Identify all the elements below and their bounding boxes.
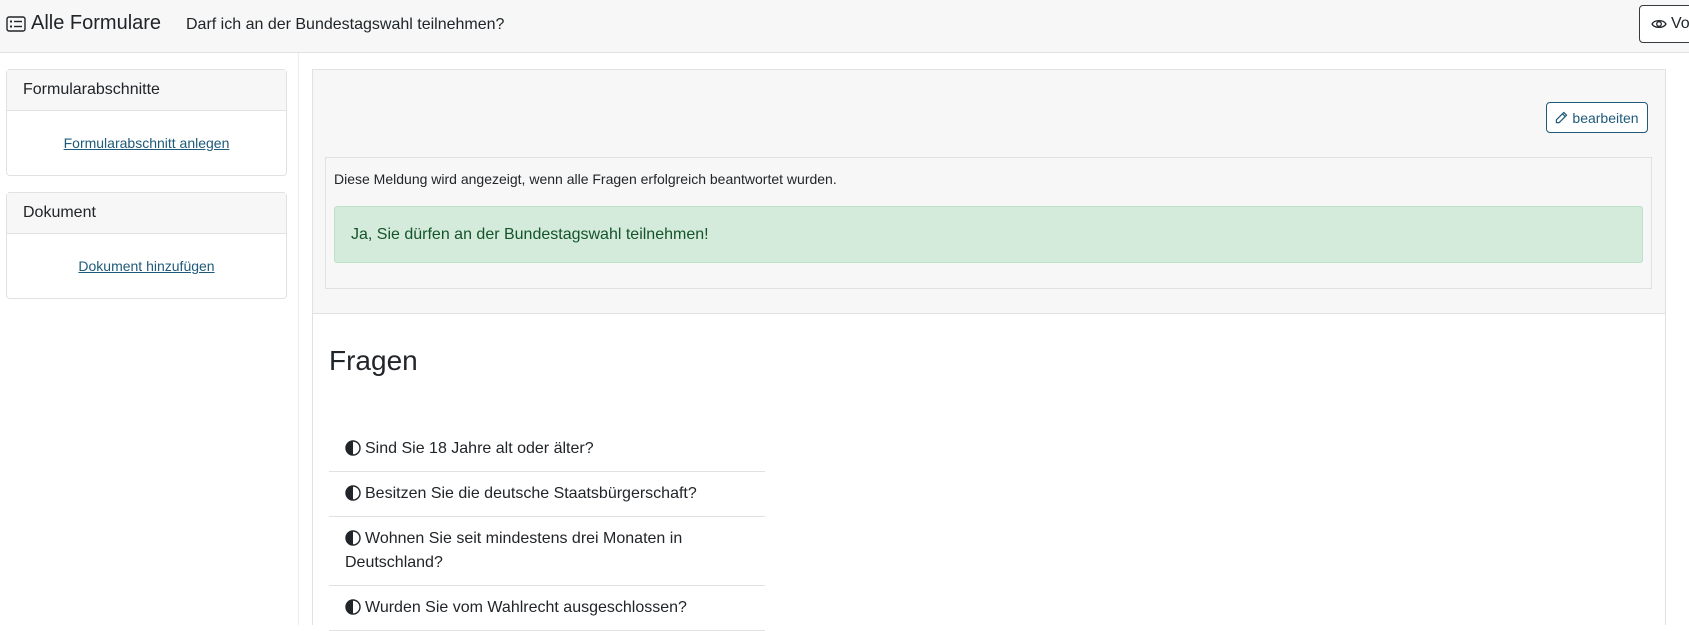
eye-icon: [1651, 19, 1667, 29]
half-circle-icon: [345, 440, 361, 456]
question-item[interactable]: Wurden Sie vom Wahlrecht ausgeschlossen?: [329, 586, 765, 631]
question-item[interactable]: Besitzen Sie die deutsche Staatsbürgersc…: [329, 472, 765, 517]
question-item[interactable]: Wohnen Sie seit mindestens drei Monaten …: [329, 517, 765, 586]
form-sections-card-title: Formularabschnitte: [7, 70, 286, 111]
question-text: Sind Sie 18 Jahre alt oder älter?: [365, 440, 594, 457]
question-item[interactable]: Sind Sie 18 Jahre alt oder älter?: [329, 427, 765, 472]
form-list-icon: [6, 15, 26, 32]
form-sections-card-body: Formularabschnitt anlegen: [7, 111, 286, 175]
brand-label: Alle Formulare: [31, 12, 162, 34]
form-title: Darf ich an der Bundestagswahl teilnehme…: [186, 16, 505, 33]
edit-button[interactable]: bearbeiten: [1546, 102, 1648, 133]
completion-hint-text: Diese Meldung wird angezeigt, wenn alle …: [334, 171, 837, 187]
edit-label: bearbeiten: [1572, 109, 1639, 126]
question-list: Sind Sie 18 Jahre alt oder älter? Besitz…: [329, 427, 765, 631]
document-card-body: Dokument hinzufügen: [7, 234, 286, 298]
preview-button[interactable]: Vorschau: [1639, 5, 1689, 43]
document-card-title: Dokument: [7, 193, 286, 234]
question-text: Wurden Sie vom Wahlrecht ausgeschlossen?: [365, 599, 687, 616]
half-circle-icon: [345, 485, 361, 501]
success-alert: Ja, Sie dürfen an der Bundestagswahl tei…: [334, 206, 1643, 263]
half-circle-icon: [345, 599, 361, 615]
questions-title: Fragen: [329, 345, 418, 376]
question-text: Besitzen Sie die deutsche Staatsbürgersc…: [365, 485, 697, 502]
sidebar-divider: [298, 53, 299, 625]
pencil-icon: [1556, 111, 1568, 124]
add-document-link[interactable]: Dokument hinzufügen: [78, 258, 214, 274]
all-forms-link[interactable]: Alle Formulare: [6, 12, 161, 35]
top-navbar: Alle Formulare Darf ich an der Bundestag…: [0, 0, 1689, 53]
preview-label: Vorschau: [1671, 15, 1689, 32]
question-text: Wohnen Sie seit mindestens drei Monaten …: [345, 530, 683, 571]
half-circle-icon: [345, 530, 361, 546]
form-sections-card: Formularabschnitte Formularabschnitt anl…: [6, 69, 287, 176]
document-card: Dokument Dokument hinzufügen: [6, 192, 287, 299]
create-form-section-link[interactable]: Formularabschnitt anlegen: [64, 135, 230, 151]
